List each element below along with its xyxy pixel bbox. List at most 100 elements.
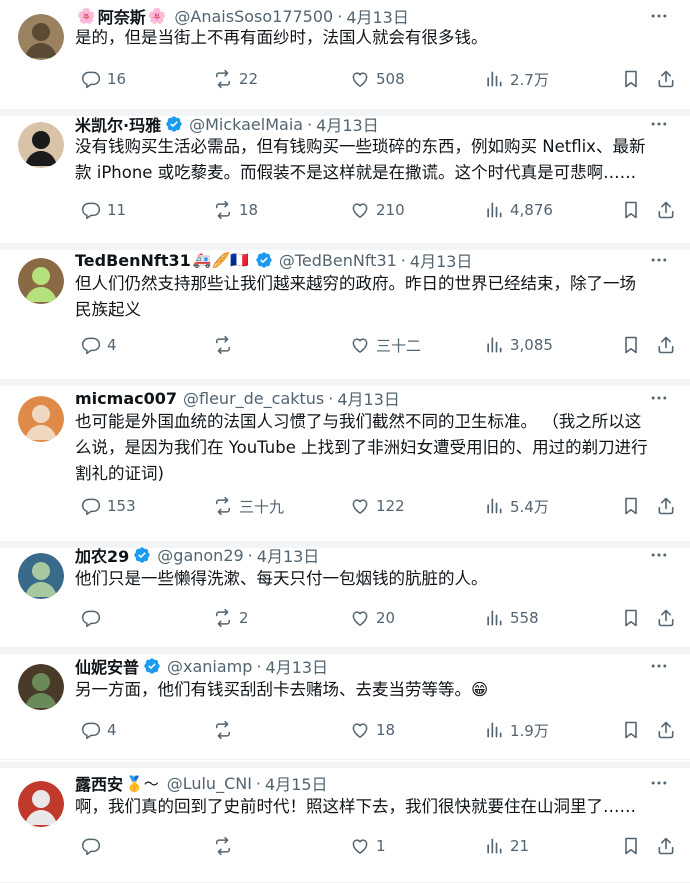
tweet-text-line: 割礼的证词) [75, 464, 164, 483]
separator-dot: · [256, 656, 262, 676]
display-name[interactable]: 露西安 [75, 771, 123, 795]
retweet-count: 18 [239, 201, 259, 219]
avatar[interactable] [18, 258, 64, 304]
share-button[interactable] [650, 200, 676, 220]
like-count: 210 [376, 201, 405, 219]
user-handle[interactable]: @MickaelMaia [189, 115, 303, 134]
bookmark-button[interactable] [615, 720, 641, 740]
share-button[interactable] [650, 720, 676, 740]
bookmark-button[interactable] [615, 836, 641, 856]
user-handle[interactable]: @AnaisSoso177500 [174, 7, 333, 26]
tweet-text-line: 另一方面，他们有钱买刮刮卡去赌场、去麦当劳等等。😁 [75, 680, 489, 699]
views-icon [484, 200, 504, 220]
views-icon [484, 69, 504, 89]
like-button[interactable]: 210 [344, 200, 405, 220]
avatar[interactable] [18, 781, 64, 827]
avatar[interactable] [18, 122, 64, 168]
retweet-button[interactable] [207, 335, 239, 355]
avatar[interactable] [18, 664, 64, 710]
reply-button[interactable]: 4 [75, 720, 117, 740]
retweet-button[interactable]: 18 [207, 200, 258, 220]
display-name[interactable]: micmac007 [75, 389, 177, 408]
more-options-icon[interactable] [648, 388, 670, 408]
retweet-count: 22 [239, 70, 259, 88]
avatar[interactable] [18, 553, 64, 599]
user-handle[interactable]: @Lulu_CNI [167, 774, 252, 793]
bookmark-icon [621, 608, 641, 628]
reply-button[interactable]: 11 [75, 200, 126, 220]
views-button[interactable]: 5.4万 [478, 496, 549, 517]
views-icon [484, 720, 504, 740]
views-button[interactable]: 558 [478, 608, 539, 628]
more-options-icon[interactable] [648, 545, 670, 565]
like-button[interactable]: 20 [344, 608, 395, 628]
retweet-button[interactable] [207, 720, 239, 740]
views-button[interactable]: 21 [478, 836, 529, 856]
retweet-button[interactable]: 22 [207, 69, 258, 89]
tweet-text: 是的，但是当街上不再有面纱时，法国人就会有很多钱。 [75, 25, 672, 51]
views-button[interactable]: 1.9万 [478, 720, 549, 741]
reply-button[interactable] [75, 836, 107, 856]
bookmark-button[interactable] [615, 496, 641, 516]
display-name[interactable]: 加农29 [75, 543, 129, 567]
tweet: 加农29 @ganon29 · 4月13日 他们只是一些懒得洗漱、每天只付一包烟钱的肮脏… [0, 542, 690, 648]
more-options-icon[interactable] [648, 773, 670, 793]
more-options-icon[interactable] [648, 656, 670, 676]
tweet-timestamp[interactable]: 4月13日 [410, 248, 473, 272]
share-button[interactable] [650, 335, 676, 355]
like-button[interactable]: 508 [344, 69, 405, 89]
user-handle[interactable]: @ganon29 [157, 546, 243, 565]
reply-button[interactable]: 153 [75, 496, 136, 516]
share-button[interactable] [650, 608, 676, 628]
tweet-timestamp[interactable]: 4月15日 [265, 771, 328, 795]
views-button[interactable]: 4,876 [478, 200, 553, 220]
tweet-text-line: 么说，是因为我们在 YouTube 上找到了非洲妇女遭受用旧的、用过的剃刀进行 [75, 438, 648, 457]
tweet-text-line: 没有钱购买生活必需品，但有钱购买一些琐碎的东西，例如购买 Netflix、最新 [75, 137, 646, 156]
tweet-timestamp[interactable]: 4月13日 [337, 386, 400, 410]
display-name[interactable]: 米凯尔·玛雅 [75, 112, 161, 136]
bookmark-button[interactable] [615, 200, 641, 220]
reply-button[interactable]: 16 [75, 69, 126, 89]
like-button[interactable]: 1 [344, 836, 386, 856]
user-handle[interactable]: @xaniamp [167, 657, 252, 676]
reply-button[interactable]: 4 [75, 335, 117, 355]
like-icon [350, 836, 370, 856]
bookmark-button[interactable] [615, 608, 641, 628]
separator-dot: · [255, 773, 262, 793]
retweet-button[interactable]: 2 [207, 608, 249, 628]
more-options-icon[interactable] [648, 250, 670, 270]
tweet-header: 米凯尔·玛雅 @MickaelMaia · 4月13日 [75, 112, 650, 136]
tweet-header: 露西安 🥇〜 @Lulu_CNI · 4月15日 [75, 771, 650, 795]
like-count: 508 [376, 70, 405, 88]
bookmark-button[interactable] [615, 335, 641, 355]
bookmark-button[interactable] [615, 69, 641, 89]
like-button[interactable]: 18 [344, 720, 395, 740]
tweet-text: 另一方面，他们有钱买刮刮卡去赌场、去麦当劳等等。😁 [75, 677, 672, 703]
more-options-icon[interactable] [648, 114, 670, 134]
user-handle[interactable]: @TedBenNft31 [279, 251, 397, 270]
share-button[interactable] [650, 836, 676, 856]
share-button[interactable] [650, 496, 676, 516]
more-options-icon[interactable] [648, 6, 670, 26]
retweet-button[interactable]: 三十九 [207, 496, 284, 517]
reply-button[interactable] [75, 608, 107, 628]
views-button[interactable]: 3,085 [478, 335, 553, 355]
tweet-timestamp[interactable]: 4月13日 [257, 543, 320, 567]
tweet-text-line: 款 iPhone 或吃藜麦。而假装不是这样就是在撒谎。这个时代真是可悲啊…… [75, 163, 637, 182]
retweet-icon [213, 335, 233, 355]
like-button[interactable]: 122 [344, 496, 405, 516]
like-icon [350, 335, 370, 355]
display-name[interactable]: TedBenNft31 [75, 251, 191, 270]
views-button[interactable]: 2.7万 [478, 69, 549, 90]
share-button[interactable] [650, 69, 676, 89]
verified-badge-icon [133, 546, 151, 564]
avatar[interactable] [18, 396, 64, 442]
like-button[interactable]: 三十二 [344, 335, 421, 356]
tweet-timestamp[interactable]: 4月13日 [266, 654, 329, 678]
avatar[interactable] [18, 14, 64, 60]
tweet-timestamp[interactable]: 4月13日 [316, 112, 379, 136]
tweet-actions: 153 三十九 122 5.4万 [75, 494, 674, 518]
display-name[interactable]: 仙妮安普 [75, 654, 139, 678]
retweet-button[interactable] [207, 836, 239, 856]
user-handle[interactable]: @fleur_de_caktus [183, 389, 324, 408]
